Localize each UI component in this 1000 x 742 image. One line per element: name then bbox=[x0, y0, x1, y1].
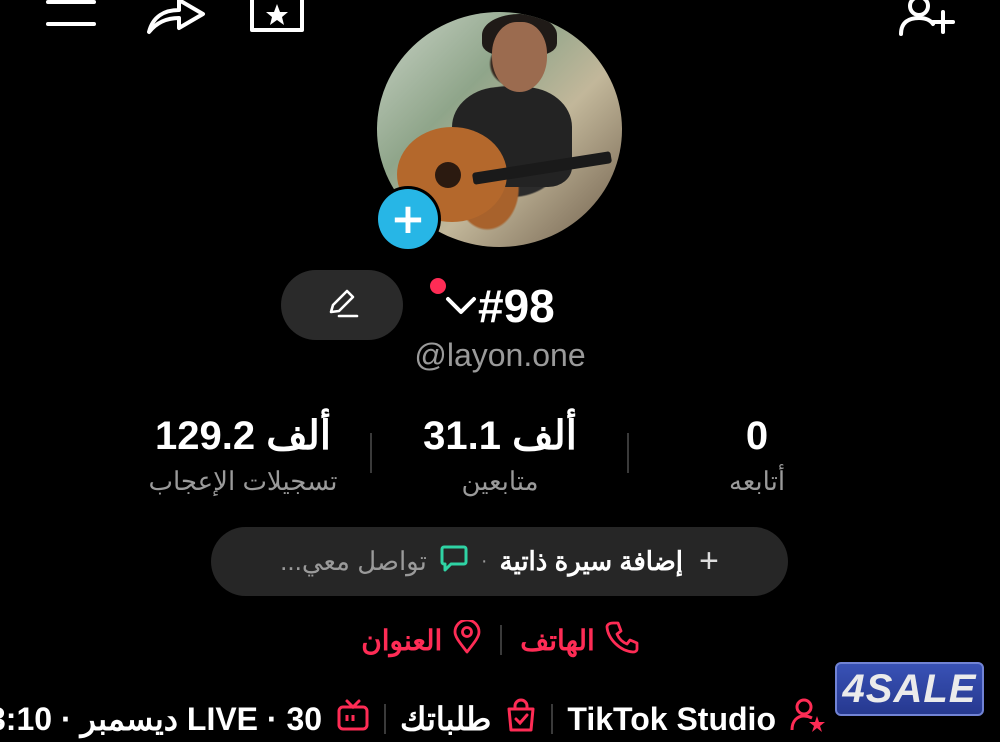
tv-icon bbox=[336, 698, 370, 740]
add-bio-button[interactable]: + إضافة سيرة ذاتية · تواصل معي... bbox=[211, 527, 788, 596]
stat-label: أتابعه bbox=[728, 466, 786, 496]
link-separator bbox=[500, 625, 503, 655]
plus-icon: + bbox=[699, 542, 719, 580]
watermark-logo: 4SALE bbox=[835, 662, 984, 716]
stat-value: 129.2 ألف bbox=[155, 414, 331, 458]
shortcut-separator bbox=[551, 704, 554, 734]
chevron-down-icon[interactable] bbox=[445, 296, 477, 316]
stat-label: تسجيلات الإعجاب bbox=[148, 466, 338, 496]
orders-label[interactable]: طلباتك bbox=[400, 700, 491, 738]
live-label[interactable]: LIVE · 30 ديسمبر · 3:10 bbox=[0, 700, 322, 738]
contact-label: تواصل معي... bbox=[280, 546, 427, 576]
message-icon bbox=[439, 543, 469, 580]
add-friend-icon[interactable] bbox=[897, 0, 959, 36]
address-label: العنوان bbox=[361, 624, 443, 656]
menu-icon[interactable] bbox=[45, 0, 97, 30]
stat-likes[interactable]: 129.2 ألف تسجيلات الإعجاب bbox=[113, 410, 373, 500]
studio-icon bbox=[790, 698, 826, 740]
plus-icon: + bbox=[378, 189, 438, 249]
edit-profile-button[interactable] bbox=[281, 270, 403, 340]
separator-dot: · bbox=[480, 550, 488, 572]
phone-icon bbox=[605, 620, 639, 661]
stat-following[interactable]: 0 أتابعه bbox=[627, 410, 887, 500]
address-link[interactable]: العنوان bbox=[361, 618, 482, 661]
display-name[interactable]: #98 bbox=[478, 280, 555, 332]
add-bio-label: إضافة سيرة ذاتية bbox=[499, 546, 683, 576]
pencil-icon bbox=[325, 286, 359, 324]
phone-label: الهاتف bbox=[520, 624, 595, 656]
shortcut-separator bbox=[384, 704, 387, 734]
shortcut-row: LIVE · 30 ديسمبر · 3:10 طلباتك TikTok St… bbox=[0, 696, 826, 742]
add-avatar-button[interactable]: + bbox=[375, 186, 441, 252]
stat-value: 0 bbox=[745, 414, 769, 458]
contact-links: الهاتف العنوان bbox=[0, 612, 1000, 668]
phone-link[interactable]: الهاتف bbox=[520, 620, 639, 661]
stat-label: متابعين bbox=[461, 466, 539, 496]
username: @layon.one bbox=[414, 337, 586, 373]
star-badge-icon[interactable] bbox=[248, 0, 306, 34]
stat-followers[interactable]: 31.1 ألف متابعين bbox=[370, 410, 630, 500]
stat-value: 31.1 ألف bbox=[423, 414, 577, 458]
share-icon[interactable] bbox=[145, 0, 207, 36]
shopping-bag-icon bbox=[505, 698, 537, 740]
notification-dot bbox=[430, 278, 446, 294]
location-pin-icon bbox=[452, 618, 482, 661]
